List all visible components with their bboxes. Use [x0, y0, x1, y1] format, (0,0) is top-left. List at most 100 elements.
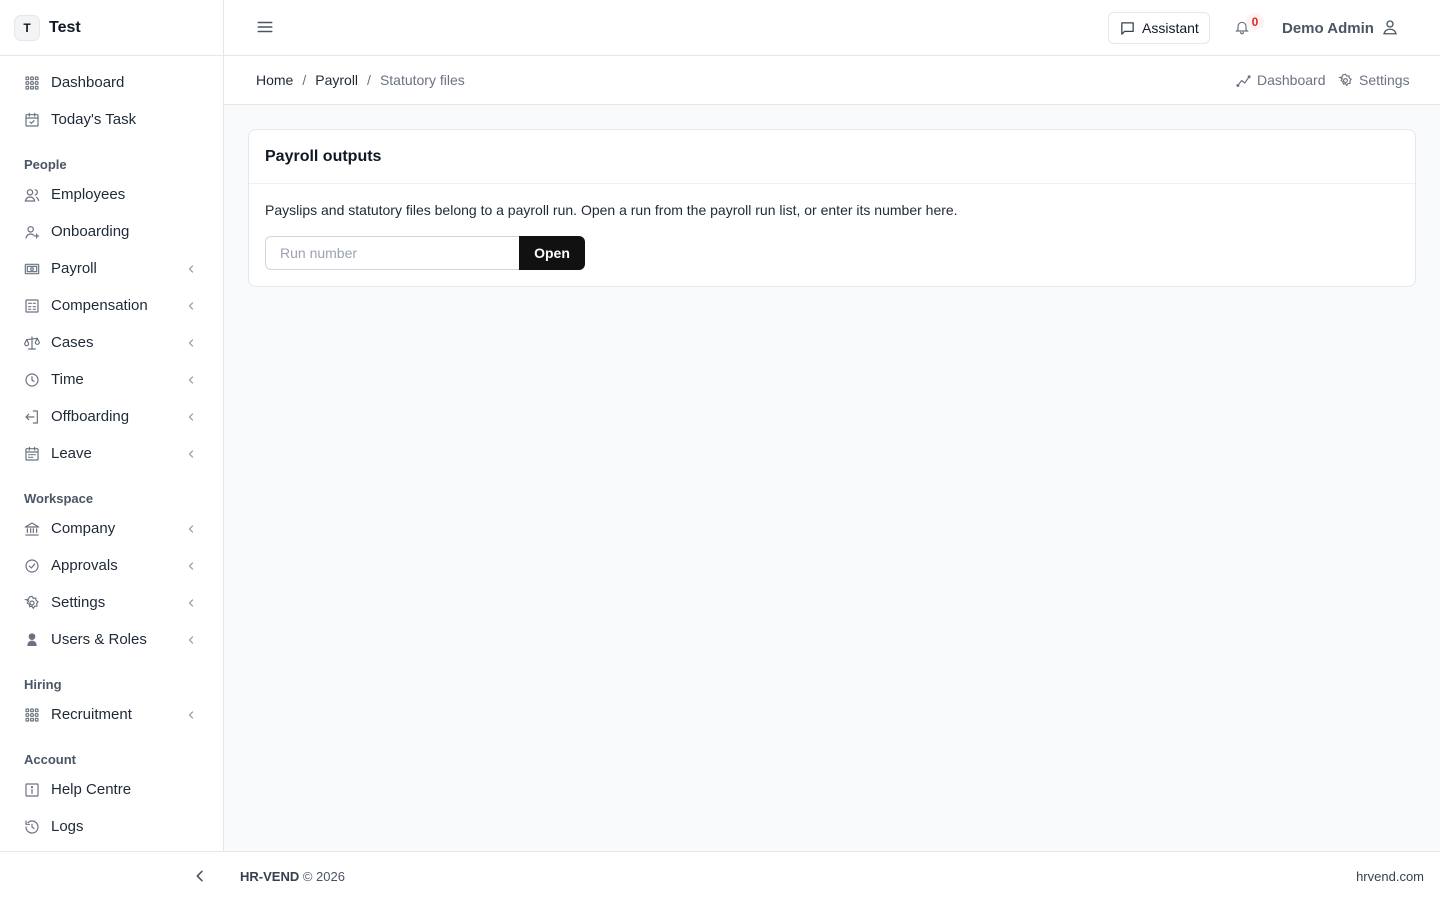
chevron-left-icon — [187, 375, 195, 384]
assistant-label: Assistant — [1142, 20, 1199, 36]
sidebar-section-workspace: Workspace — [24, 491, 94, 506]
sidebar-item-logs[interactable]: Logs — [0, 808, 223, 845]
card-title: Payroll outputs — [265, 147, 382, 165]
sidebar-section-account: Account — [24, 752, 76, 767]
sidebar-item-label: Dashboard — [51, 74, 125, 91]
breadcrumb-separator: / — [302, 72, 307, 88]
sidebar-item-settings[interactable]: Settings — [0, 584, 223, 621]
grid-icon — [24, 75, 40, 91]
calendar-icon — [24, 446, 40, 462]
open-button[interactable]: Open — [519, 236, 585, 270]
quick-link-settings-label: Settings — [1359, 72, 1410, 88]
banknote-icon — [24, 261, 40, 277]
sidebar-item-label: Approvals — [51, 557, 118, 574]
grid-icon — [24, 707, 40, 723]
chevron-left-icon — [187, 710, 195, 719]
chevron-left-icon — [187, 301, 195, 310]
chevron-left-icon[interactable] — [192, 868, 208, 884]
breadcrumb-bar: Home / Payroll / Statutory files Dashboa… — [224, 56, 1440, 105]
breadcrumb-current: Statutory files — [379, 72, 465, 88]
brand[interactable]: T Test — [0, 0, 223, 56]
breadcrumb: Home / Payroll / Statutory files — [256, 72, 465, 88]
sidebar-item-compensation[interactable]: Compensation — [0, 287, 223, 324]
brand-name: Test — [49, 18, 81, 36]
copyright: HR-VEND © 2026 — [240, 869, 345, 884]
chart-line-icon — [1236, 74, 1251, 87]
history-icon — [24, 819, 40, 835]
sidebar-item-leave[interactable]: Leave — [0, 435, 223, 472]
sidebar-item-company[interactable]: Company — [0, 510, 223, 547]
sidebar-item-employees[interactable]: Employees — [0, 176, 223, 213]
sidebar-item-payroll[interactable]: Payroll — [0, 250, 223, 287]
user-shield-icon — [24, 632, 40, 648]
sidebar-item-label: Logs — [51, 818, 84, 835]
sidebar-item-label: Leave — [51, 445, 92, 462]
chevron-left-icon — [187, 635, 195, 644]
sidebar-item-offboarding[interactable]: Offboarding — [0, 398, 223, 435]
sidebar-nav: Dashboard Today's Task People Employees Onbo… — [0, 56, 223, 845]
breadcrumb-separator: / — [367, 72, 371, 88]
assistant-button[interactable]: Assistant — [1108, 12, 1210, 44]
footer: HR-VEND © 2026 hrvend.com — [0, 851, 1440, 900]
card-description: Payslips and statutory files belong to a… — [265, 202, 958, 218]
topbar: Assistant 0 Demo Admin — [224, 0, 1440, 56]
sidebar-item-recruitment[interactable]: Recruitment — [0, 696, 223, 733]
sidebar-item-label: Today's Task — [51, 111, 137, 128]
sidebar-item-label: Employees — [51, 186, 126, 203]
chat-icon — [1121, 21, 1134, 35]
sidebar-item-approvals[interactable]: Approvals — [0, 547, 223, 584]
users-icon — [24, 187, 40, 203]
chevron-left-icon — [187, 449, 195, 458]
user-icon[interactable] — [1381, 18, 1399, 36]
footer-site-link[interactable]: hrvend.com — [1356, 869, 1424, 884]
building-icon — [24, 521, 40, 537]
quick-link-settings[interactable]: Settings — [1338, 72, 1410, 88]
sidebar-section-people: People — [24, 157, 67, 172]
log-out-icon — [24, 409, 40, 425]
calculator-icon — [24, 298, 40, 314]
menu-icon[interactable] — [256, 18, 274, 36]
chevron-left-icon — [187, 598, 195, 607]
sidebar-item-label: Offboarding — [51, 408, 130, 425]
chevron-left-icon — [187, 338, 195, 347]
breadcrumb-home[interactable]: Home — [256, 72, 293, 88]
sidebar-item-help-centre[interactable]: Help Centre — [0, 771, 223, 808]
run-number-input[interactable] — [265, 236, 520, 270]
user-plus-icon — [24, 224, 40, 240]
chevron-left-icon — [187, 524, 195, 533]
quick-link-dashboard-label: Dashboard — [1257, 72, 1326, 88]
info-icon — [24, 782, 40, 798]
sidebar-item-label: Payroll — [51, 260, 97, 277]
sidebar-item-dashboard[interactable]: Dashboard — [0, 64, 223, 101]
notification-badge: 0 — [1246, 13, 1264, 30]
sidebar-item-label: Help Centre — [51, 781, 132, 798]
gear-icon — [24, 595, 40, 611]
sidebar-item-label: Recruitment — [51, 706, 132, 723]
chevron-left-icon — [187, 264, 195, 273]
sidebar-item-label: Company — [51, 520, 116, 537]
footer-brand: HR-VEND — [240, 869, 300, 884]
sidebar-item-label: Onboarding — [51, 223, 130, 240]
user-name[interactable]: Demo Admin — [1282, 20, 1374, 37]
check-circle-icon — [24, 558, 40, 574]
sidebar-item-label: Time — [51, 371, 84, 388]
sidebar-item-today-s-task[interactable]: Today's Task — [0, 101, 223, 138]
calendar-check-icon — [24, 112, 40, 128]
sidebar-item-time[interactable]: Time — [0, 361, 223, 398]
sidebar-section-hiring: Hiring — [24, 677, 62, 692]
quick-link-dashboard[interactable]: Dashboard — [1236, 72, 1326, 88]
sidebar: T Test Dashboard Today's Task People Employ… — [0, 0, 224, 851]
card-header: Payroll outputs — [249, 130, 1415, 184]
scale-icon — [24, 335, 40, 351]
sidebar-item-label: Users & Roles — [51, 631, 147, 648]
chevron-left-icon — [187, 412, 195, 421]
clock-icon — [24, 372, 40, 388]
chevron-left-icon — [187, 561, 195, 570]
sidebar-item-onboarding[interactable]: Onboarding — [0, 213, 223, 250]
breadcrumb-payroll[interactable]: Payroll — [315, 72, 358, 88]
brand-initial: T — [14, 14, 40, 41]
sidebar-item-cases[interactable]: Cases — [0, 324, 223, 361]
sidebar-item-label: Settings — [51, 594, 106, 611]
gear-icon — [1338, 73, 1352, 87]
sidebar-item-users-and-roles[interactable]: Users & Roles — [0, 621, 223, 658]
